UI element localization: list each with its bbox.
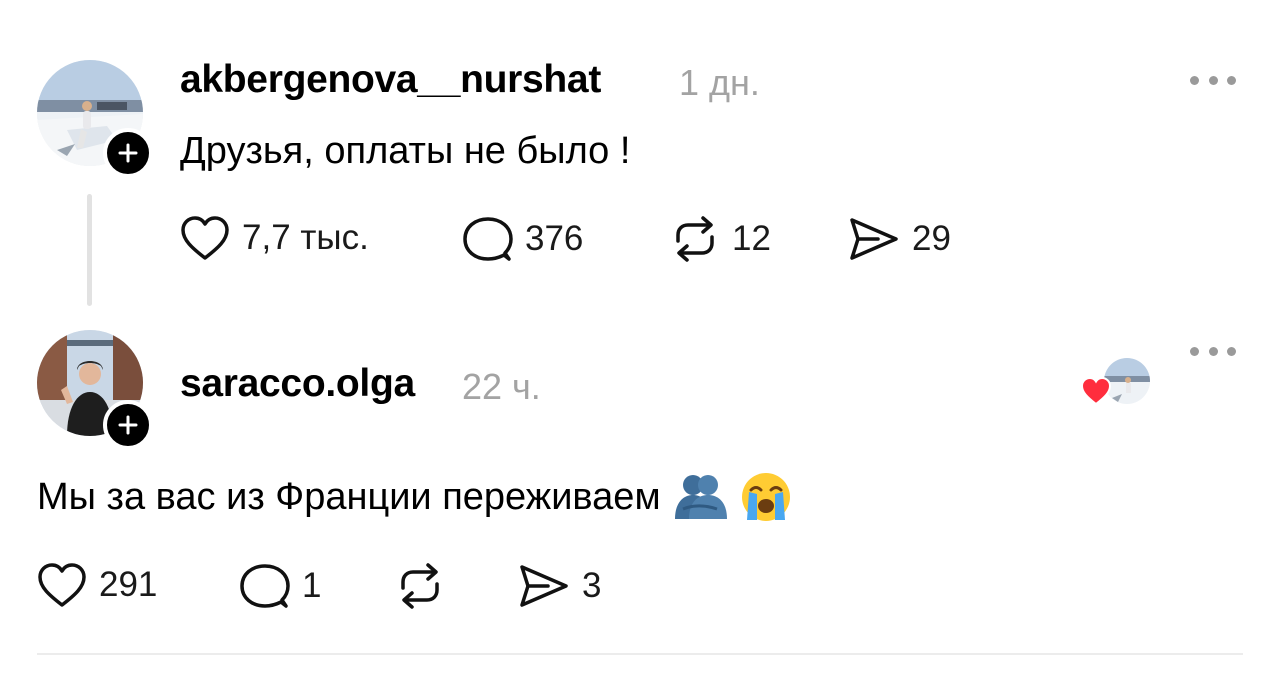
heart-icon (1080, 376, 1112, 406)
reply-icon (240, 564, 290, 608)
like-button[interactable]: 7,7 тыс. (180, 215, 369, 261)
timestamp: 1 дн. (679, 62, 760, 103)
follow-plus-icon (118, 143, 138, 163)
follow-button[interactable] (103, 128, 153, 178)
timestamp: 22 ч. (462, 366, 541, 407)
post-divider (37, 653, 1243, 655)
repost-icon (401, 563, 439, 609)
more-options-icon[interactable] (1190, 73, 1236, 87)
reply-icon (463, 217, 513, 261)
thread-line (87, 194, 92, 306)
liked-by-author-indicator (1080, 356, 1152, 408)
more-options-icon[interactable] (1190, 344, 1236, 358)
like-button[interactable]: 291 (37, 562, 157, 608)
post-body: Мы за вас из Франции переживаем (37, 470, 793, 524)
heart-icon (38, 563, 86, 607)
like-count: 7,7 тыс. (242, 218, 369, 257)
share-count: 3 (582, 566, 602, 605)
heart-icon (181, 216, 229, 260)
post-text: Друзья, оплаты не было ! (180, 130, 631, 172)
repost-button[interactable] (395, 562, 457, 610)
post-text: Мы за вас из Франции переживаем (37, 475, 661, 518)
username[interactable]: akbergenova__nurshat (180, 58, 601, 102)
repost-icon (676, 216, 714, 262)
reply-button[interactable]: 376 (463, 215, 583, 263)
reply-count: 1 (302, 566, 322, 605)
follow-plus-icon (118, 415, 138, 435)
share-button[interactable]: 3 (518, 562, 601, 610)
people-hugging-emoji (674, 475, 727, 519)
share-button[interactable]: 29 (848, 215, 951, 263)
follow-button[interactable] (103, 400, 153, 450)
share-icon (850, 218, 898, 260)
username[interactable]: saracco.olga (180, 362, 415, 406)
share-icon (520, 565, 568, 607)
reply-count: 376 (525, 219, 584, 258)
share-count: 29 (912, 219, 951, 258)
reply-button[interactable]: 1 (240, 562, 321, 610)
loudly-crying-face-emoji (741, 473, 790, 521)
repost-count: 12 (732, 219, 771, 258)
repost-button[interactable]: 12 (670, 215, 771, 263)
like-count: 291 (99, 565, 158, 604)
